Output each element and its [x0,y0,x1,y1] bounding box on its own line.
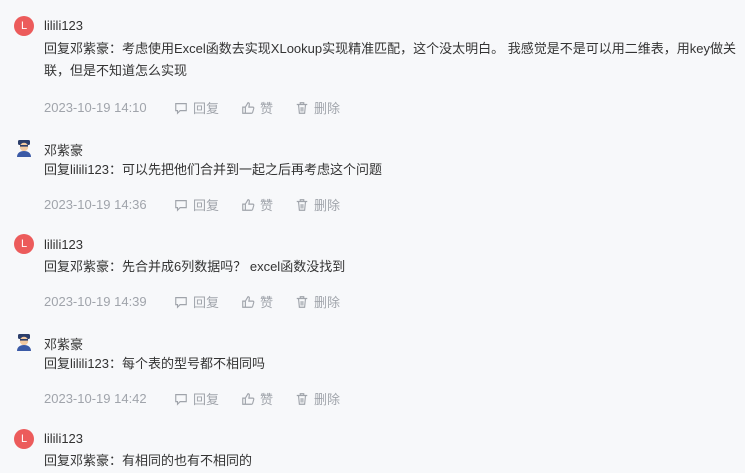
user-avatar-icon [17,140,31,157]
comment-date: 2023-10-19 14:36 [44,197,147,212]
comment-author[interactable]: lilili123 [44,431,83,446]
reply-label: 回复 [193,295,220,310]
delete-label: 删除 [314,198,341,213]
reply-button[interactable]: 回复 [174,195,219,214]
thumbs-up-icon [242,392,255,405]
like-label: 赞 [260,295,274,310]
like-button[interactable]: 赞 [241,98,273,117]
avatar[interactable]: L [14,234,34,254]
comment-meta: 2023-10-19 14:39 回复 赞 删除 [44,292,362,311]
like-label: 赞 [260,198,274,213]
comment-meta: 2023-10-19 14:42 回复 赞 删除 [44,389,362,408]
delete-button[interactable]: 删除 [295,389,340,408]
trash-icon [296,392,308,405]
comment-icon [175,296,187,309]
thumbs-up-icon [242,295,255,308]
comment-date: 2023-10-19 14:42 [44,391,147,406]
delete-button[interactable]: 删除 [295,195,340,214]
avatar[interactable] [14,332,34,352]
avatar[interactable]: L [14,16,34,36]
reply-button[interactable]: 回复 [174,292,219,311]
like-button[interactable]: 赞 [241,389,273,408]
thumbs-up-icon [242,101,255,114]
comment-date: 2023-10-19 14:39 [44,294,147,309]
like-button[interactable]: 赞 [241,195,273,214]
reply-button[interactable]: 回复 [174,98,219,117]
comment-author[interactable]: 邓紫豪 [44,140,83,159]
comment-author[interactable]: lilili123 [44,18,83,33]
reply-label: 回复 [193,198,220,213]
delete-label: 删除 [314,295,341,310]
comment-author[interactable]: 邓紫豪 [44,334,83,353]
comment-author[interactable]: lilili123 [44,237,83,252]
comment-text: 回复邓紫豪：有相同的也有不相同的 [44,453,253,468]
comment-date: 2023-10-19 14:10 [44,100,147,115]
comment-meta: 2023-10-19 14:36 回复 赞 删除 [44,195,362,214]
reply-label: 回复 [193,101,220,116]
reply-label: 回复 [193,392,220,407]
delete-button[interactable]: 删除 [295,292,340,311]
like-button[interactable]: 赞 [241,292,273,311]
comment-icon [175,199,187,212]
comment-text: 回复lilili123：可以先把他们合并到一起之后再考虑这个问题 [44,162,383,177]
reply-button[interactable]: 回复 [174,389,219,408]
comment-text: 回复邓紫豪：先合并成6列数据吗？ excel函数没找到 [44,259,346,274]
delete-label: 删除 [314,392,341,407]
avatar[interactable]: L [14,429,34,449]
comment-text: 回复邓紫豪：考虑使用Excel函数去实现XLookup实现精准匹配，这个没太明白… [44,41,736,78]
avatar[interactable] [14,138,34,158]
delete-label: 删除 [314,101,341,116]
delete-button[interactable]: 删除 [295,98,340,117]
comment-text: 回复lilili123：每个表的型号都不相同吗 [44,356,266,371]
comment-icon [175,393,187,406]
user-avatar-icon [17,334,31,351]
trash-icon [296,295,308,308]
trash-icon [296,198,308,211]
thumbs-up-icon [242,198,255,211]
like-label: 赞 [260,101,274,116]
comment-meta: 2023-10-19 14:10 回复 赞 删除 [44,98,362,117]
trash-icon [296,101,308,114]
comment-icon [175,102,187,115]
like-label: 赞 [260,392,274,407]
